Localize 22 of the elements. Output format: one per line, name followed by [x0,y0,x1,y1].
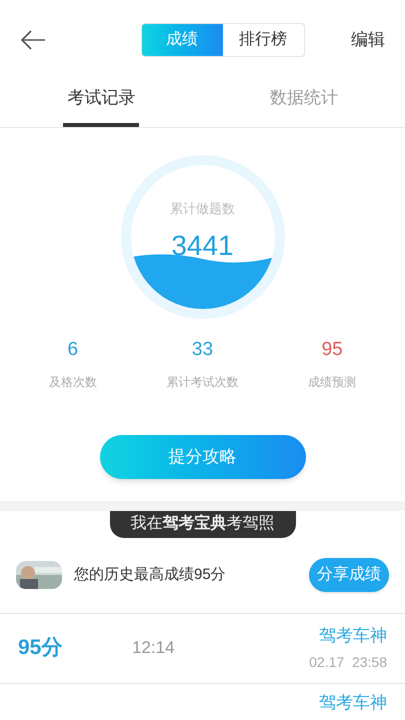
stat-value: 33 [192,338,214,362]
tab[interactable]: 数据统计 [266,72,342,127]
record-date: 02.17 23:58 [309,653,387,672]
caption: 累计做题数 [170,200,235,218]
tips-button[interactable]: 提分攻略 [100,434,306,478]
score: 95分 [18,636,62,660]
stat-label: 累计考试次数 [166,374,238,390]
duration: 12:14 [132,638,175,657]
edit-button[interactable]: 编辑 [351,27,385,53]
question-count: 3441 [171,228,234,262]
stat-value: 6 [68,338,78,362]
stat-value: 95 [322,338,343,362]
tab[interactable]: 考试记录 [63,72,140,127]
slogan-banner: 我在驾考宝典考驾照 [110,510,296,538]
stat-label: 成绩预测 [308,374,356,390]
stat-label: 及格次数 [48,374,97,390]
best-score-text: 您的历史最高成绩95分 [74,564,227,585]
segment-tab[interactable]: 成绩 [142,24,222,56]
share-button[interactable]: 分享成绩 [309,558,389,592]
record-title: 驾考车神 [319,624,387,647]
back-icon[interactable] [20,30,46,50]
record-title: 驾考车神 [319,692,387,714]
